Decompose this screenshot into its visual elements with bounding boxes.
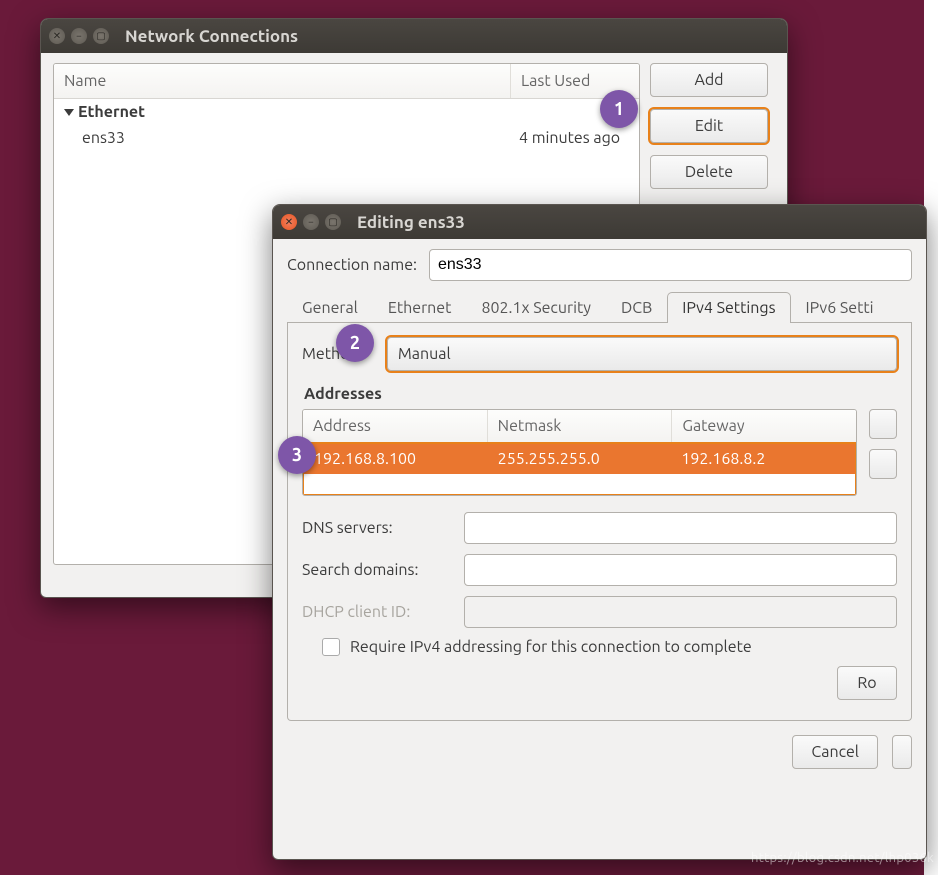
minimize-icon[interactable]: − xyxy=(303,214,319,230)
add-button[interactable]: Add xyxy=(650,63,768,97)
annotation-2: 2 xyxy=(336,324,374,362)
list-header: Name Last Used xyxy=(54,64,639,99)
annotation-3: 3 xyxy=(278,436,316,474)
titlebar[interactable]: ✕ − ▢ Editing ens33 xyxy=(273,205,926,239)
dns-servers-input[interactable] xyxy=(464,512,897,544)
dns-servers-label: DNS servers: xyxy=(302,519,452,537)
tab-ethernet[interactable]: Ethernet xyxy=(373,292,467,323)
connection-name-input[interactable] xyxy=(429,249,912,281)
addresses-header: Address Netmask Gateway xyxy=(303,410,856,443)
tab-dcb[interactable]: DCB xyxy=(606,292,667,323)
tabs: General Ethernet 802.1x Security DCB IPv… xyxy=(287,291,912,323)
delete-address-button[interactable] xyxy=(869,449,897,479)
tab-8021x-security[interactable]: 802.1x Security xyxy=(466,292,606,323)
watermark: https://blog.csdn.net/lhp036k xyxy=(751,851,934,865)
tab-ipv4-settings[interactable]: IPv4 Settings xyxy=(667,292,790,323)
connection-name-label: Connection name: xyxy=(287,256,417,274)
window-title: Network Connections xyxy=(125,27,298,46)
list-item[interactable]: ens33 4 minutes ago xyxy=(54,125,639,151)
routes-button[interactable]: Ro xyxy=(837,666,897,700)
method-value: Manual xyxy=(398,345,451,363)
col-gateway: Gateway xyxy=(672,410,856,442)
search-domains-input[interactable] xyxy=(464,554,897,586)
cell-address: 192.168.8.100 xyxy=(304,444,488,474)
ipv4-settings-pane: Method: Manual Addresses Address Netmask… xyxy=(287,323,912,721)
require-ipv4-label: Require IPv4 addressing for this connect… xyxy=(350,638,752,656)
minimize-icon[interactable]: − xyxy=(71,28,87,44)
close-icon[interactable]: ✕ xyxy=(281,214,297,230)
add-address-button[interactable] xyxy=(869,409,897,439)
group-ethernet[interactable]: Ethernet xyxy=(54,99,639,125)
chevron-down-icon xyxy=(64,109,74,116)
titlebar[interactable]: ✕ − ▢ Network Connections xyxy=(41,19,787,53)
cell-gateway: 192.168.8.2 xyxy=(671,444,855,474)
edit-button[interactable]: Edit xyxy=(650,109,768,143)
save-button[interactable] xyxy=(892,735,912,769)
maximize-icon[interactable]: ▢ xyxy=(325,214,341,230)
col-netmask: Netmask xyxy=(488,410,673,442)
table-row[interactable]: 192.168.8.100 255.255.255.0 192.168.8.2 xyxy=(304,444,855,474)
method-dropdown[interactable]: Manual xyxy=(387,337,897,371)
item-last-used: 4 minutes ago xyxy=(511,125,639,151)
editing-connection-window: ✕ − ▢ Editing ens33 Connection name: Gen… xyxy=(272,204,927,860)
col-address: Address xyxy=(303,410,488,442)
tab-general[interactable]: General xyxy=(287,292,373,323)
item-name: ens33 xyxy=(54,125,511,151)
col-name: Name xyxy=(54,64,511,98)
addresses-heading: Addresses xyxy=(304,385,897,403)
dhcp-client-id-input xyxy=(464,596,897,628)
table-row-empty xyxy=(304,474,855,494)
group-label: Ethernet xyxy=(78,103,145,121)
search-domains-label: Search domains: xyxy=(302,561,452,579)
cancel-button[interactable]: Cancel xyxy=(792,735,878,769)
require-ipv4-checkbox[interactable] xyxy=(322,638,340,656)
window-title: Editing ens33 xyxy=(357,213,465,232)
annotation-1: 1 xyxy=(600,90,638,128)
dhcp-client-id-label: DHCP client ID: xyxy=(302,603,452,621)
cell-netmask: 255.255.255.0 xyxy=(488,444,672,474)
close-icon[interactable]: ✕ xyxy=(49,28,65,44)
delete-button[interactable]: Delete xyxy=(650,155,768,189)
addresses-table[interactable]: Address Netmask Gateway 192.168.8.100 25… xyxy=(302,409,857,496)
tab-ipv6-settings[interactable]: IPv6 Setti xyxy=(791,292,889,323)
maximize-icon[interactable]: ▢ xyxy=(93,28,109,44)
